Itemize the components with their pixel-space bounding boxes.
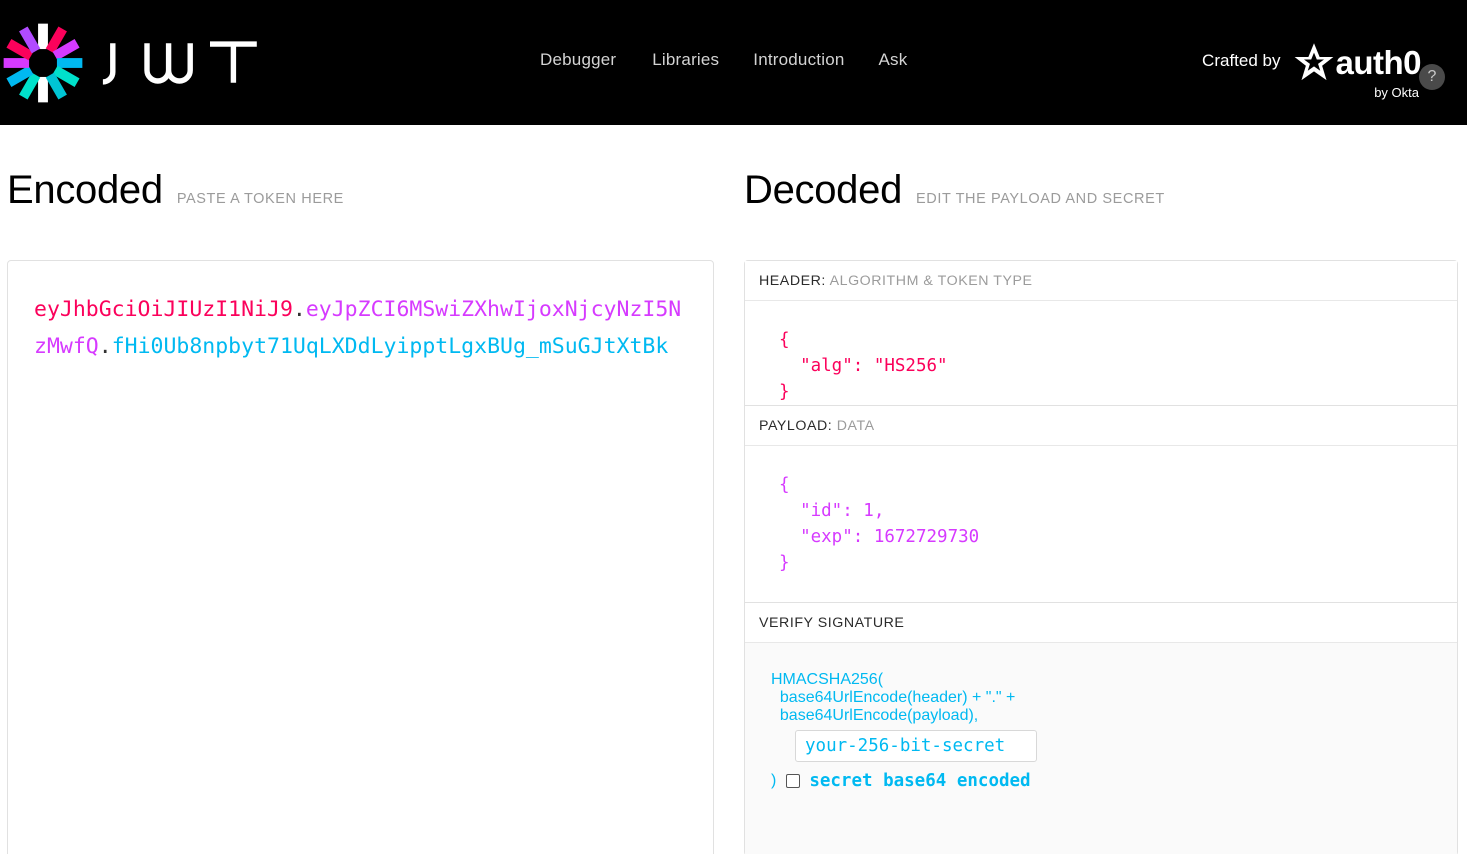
closing-paren: ) xyxy=(771,771,777,789)
signature-line-1: HMACSHA256( xyxy=(771,670,884,688)
encoded-section-heading: Encoded PASTE A TOKEN HERE xyxy=(7,125,744,237)
jwt-pinwheel-logo-icon xyxy=(3,23,83,102)
header-panel-label-strong: HEADER: xyxy=(759,272,826,289)
signature-panel-label: VERIFY SIGNATURE xyxy=(745,602,1457,643)
token-header-segment: eyJhbGciOiJIUzI1NiJ9 xyxy=(34,296,293,322)
encoded-column: Encoded PASTE A TOKEN HERE eyJhbGciOiJIU… xyxy=(0,125,744,854)
secret-base64-label[interactable]: secret base64 encoded xyxy=(809,771,1030,791)
nav-link-libraries[interactable]: Libraries xyxy=(652,50,753,70)
token-separator-2: . xyxy=(98,333,112,359)
nav-link-ask[interactable]: Ask xyxy=(879,50,942,70)
secret-row xyxy=(771,729,1435,762)
encoded-subtitle: PASTE A TOKEN HERE xyxy=(176,190,344,207)
help-icon[interactable]: ? xyxy=(1419,64,1445,90)
header-panel-label: HEADER: ALGORITHM & TOKEN TYPE xyxy=(745,260,1457,301)
payload-panel-label-dim: DATA xyxy=(836,417,875,434)
decoded-panels: HEADER: ALGORITHM & TOKEN TYPE { "alg": … xyxy=(744,259,1458,854)
encoded-token-input[interactable]: eyJhbGciOiJIUzI1NiJ9.eyJpZCI6MSwiZXhwIjo… xyxy=(7,259,714,854)
crafted-by-label: Crafted by xyxy=(1202,51,1281,70)
payload-panel: PAYLOAD: DATA { "id": 1, "exp": 16727297… xyxy=(744,405,1458,603)
header-panel: HEADER: ALGORITHM & TOKEN TYPE { "alg": … xyxy=(744,259,1458,406)
encoded-title: Encoded xyxy=(7,167,163,212)
base64-row: ) secret base64 encoded xyxy=(771,771,1435,791)
decoded-title: Decoded xyxy=(744,167,903,212)
payload-json-editor[interactable]: { "id": 1, "exp": 1672729730 } xyxy=(745,446,1457,602)
signature-panel-label-strong: VERIFY SIGNATURE xyxy=(759,614,905,631)
payload-panel-label: PAYLOAD: DATA xyxy=(745,405,1457,446)
decoded-subtitle: EDIT THE PAYLOAD AND SECRET xyxy=(916,190,1165,207)
header-json-editor[interactable]: { "alg": "HS256" } xyxy=(745,301,1457,405)
signature-line-2: base64UrlEncode(header) + "." + xyxy=(771,688,1016,706)
decoded-section-heading: Decoded EDIT THE PAYLOAD AND SECRET xyxy=(744,125,1467,237)
secret-base64-checkbox[interactable] xyxy=(786,773,801,788)
header-panel-label-dim: ALGORITHM & TOKEN TYPE xyxy=(829,272,1033,289)
auth0-wordmark: auth0 xyxy=(1335,43,1421,81)
token-separator-1: . xyxy=(292,296,306,322)
token-signature-segment: fHi0Ub8npbyt71UqLXDdLyipptLgxBUg_mSuGJtX… xyxy=(111,333,669,359)
signature-line-3: base64UrlEncode(payload), xyxy=(771,706,979,724)
secret-input[interactable] xyxy=(795,729,1037,762)
signature-formula: HMACSHA256( base64UrlEncode(header) + ".… xyxy=(745,642,1457,854)
auth0-byline: by Okta xyxy=(1374,85,1419,100)
main-nav: Debugger Libraries Introduction Ask xyxy=(540,50,941,70)
site-header: Debugger Libraries Introduction Ask Craf… xyxy=(0,0,1467,125)
decoded-column: Decoded EDIT THE PAYLOAD AND SECRET HEAD… xyxy=(744,125,1467,854)
nav-link-introduction[interactable]: Introduction xyxy=(753,50,878,70)
payload-panel-label-strong: PAYLOAD: xyxy=(759,417,833,434)
crafted-by-auth0: Crafted by auth0 by Okta ? xyxy=(1202,42,1445,100)
jwt-wordmark xyxy=(102,40,257,85)
auth0-badge-icon xyxy=(1295,43,1334,81)
brand-logo[interactable] xyxy=(2,22,291,104)
nav-link-debugger[interactable]: Debugger xyxy=(540,50,652,70)
signature-panel: VERIFY SIGNATURE HMACSHA256( base64UrlEn… xyxy=(744,602,1458,854)
main-content: Encoded PASTE A TOKEN HERE eyJhbGciOiJIU… xyxy=(0,125,1467,854)
auth0-lockup[interactable]: auth0 by Okta xyxy=(1294,42,1421,100)
